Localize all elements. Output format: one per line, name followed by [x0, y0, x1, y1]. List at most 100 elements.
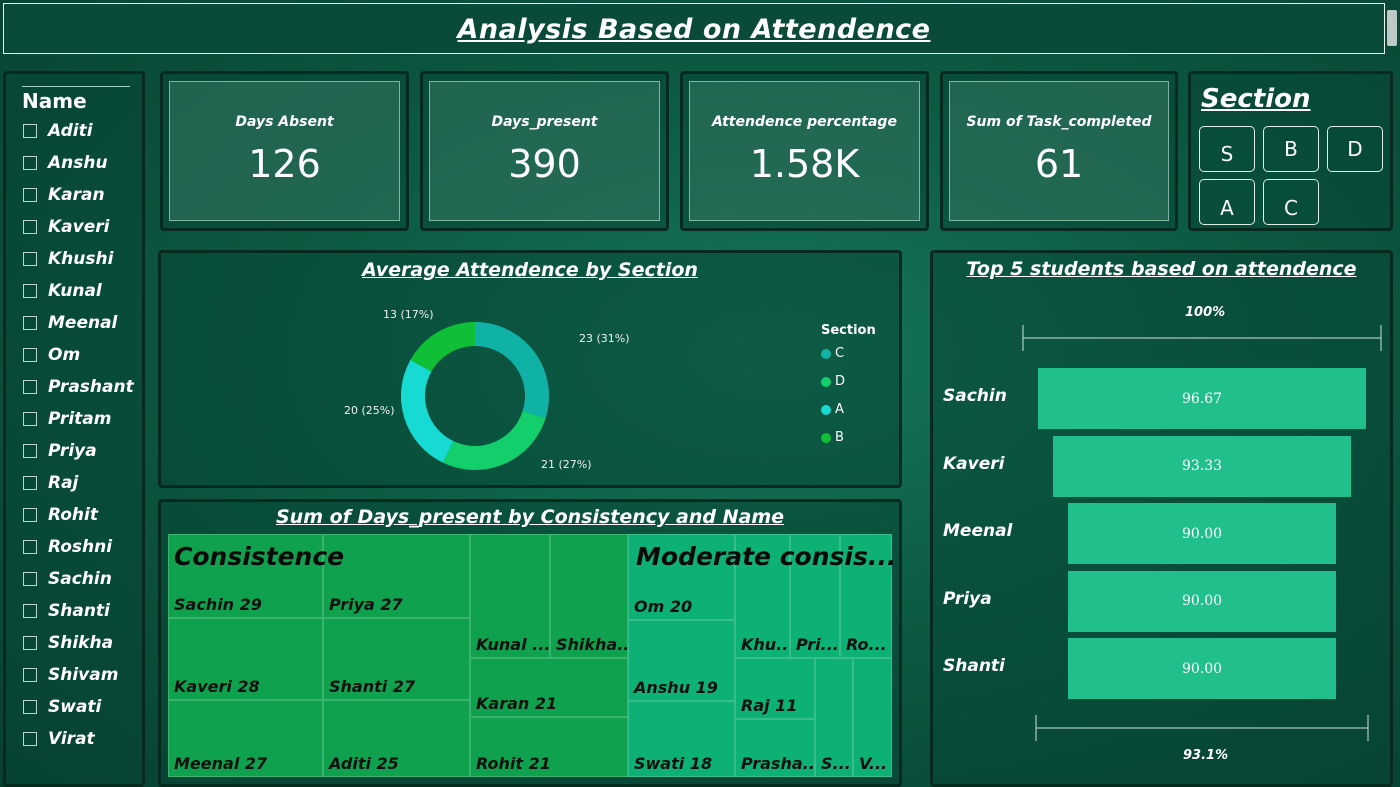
bar-kaveri[interactable]: 93.33	[1052, 435, 1352, 497]
top-axis	[1022, 325, 1382, 351]
treemap-group-label: Consistence	[174, 542, 345, 571]
name-slicer-item[interactable]: Khushi	[23, 248, 113, 270]
name-slicer-item[interactable]: Raj	[23, 472, 78, 494]
name-slicer-item[interactable]: Anshu	[23, 152, 108, 174]
section-button-a[interactable]: A	[1199, 179, 1255, 225]
checkbox[interactable]	[23, 380, 37, 394]
section-button-c[interactable]: C	[1263, 179, 1319, 225]
checkbox[interactable]	[23, 252, 37, 266]
section-button-label: D	[1347, 137, 1363, 161]
checkbox[interactable]	[23, 476, 37, 490]
name-slicer-label: Priya	[48, 441, 97, 461]
card-value: 61	[1034, 142, 1084, 186]
treemap-tile-label: Aditi 25	[329, 754, 399, 773]
checkbox[interactable]	[23, 156, 37, 170]
name-slicer-item[interactable]: Virat	[23, 728, 95, 750]
treemap-tile[interactable]: Swati 18	[628, 701, 735, 777]
treemap-tile-label: V...	[859, 754, 888, 773]
section-slicer: Section S B D A C	[1188, 71, 1393, 231]
treemap-tile-label: Raj 11	[741, 696, 798, 715]
checkbox[interactable]	[23, 732, 37, 746]
donut-slice-c[interactable]	[475, 322, 549, 419]
donut-slice-a[interactable]	[401, 359, 454, 463]
legend-item-d[interactable]: D	[821, 374, 845, 389]
legend-item-c[interactable]: C	[821, 346, 844, 361]
treemap-tile[interactable]: S...	[815, 658, 853, 777]
treemap-tile[interactable]: Prasha...	[735, 719, 815, 777]
treemap-tile[interactable]: Anshu 19	[628, 620, 735, 701]
bar-category-label: Sachin	[943, 386, 1007, 406]
name-slicer-item[interactable]: Rohit	[23, 504, 98, 526]
vertical-scrollbar[interactable]	[1387, 10, 1397, 46]
treemap-tile[interactable]: Raj 11	[735, 658, 815, 719]
card-days-absent: Days Absent 126	[160, 71, 409, 231]
checkbox[interactable]	[23, 604, 37, 618]
treemap-tile[interactable]: Priya 27	[323, 534, 470, 618]
name-slicer-label: Karan	[48, 185, 105, 205]
name-slicer-item[interactable]: Aditi	[23, 120, 93, 142]
bar-meenal[interactable]: 90.00	[1067, 503, 1337, 564]
treemap-tile[interactable]: V...	[853, 658, 892, 777]
name-slicer-item[interactable]: Kunal	[23, 280, 102, 302]
name-slicer-item[interactable]: Pritam	[23, 408, 111, 430]
checkbox[interactable]	[23, 348, 37, 362]
checkbox[interactable]	[23, 316, 37, 330]
donut-slice-d[interactable]	[442, 411, 546, 470]
treemap-tile[interactable]: Rohit 21	[470, 717, 628, 777]
checkbox[interactable]	[23, 124, 37, 138]
treemap-tile-label: Pri...	[796, 635, 839, 654]
bar-priya[interactable]: 90.00	[1067, 570, 1337, 632]
treemap-tile[interactable]: Aditi 25	[323, 700, 470, 777]
treemap-tile[interactable]: Karan 21	[470, 658, 628, 717]
name-slicer-item[interactable]: Shikha	[23, 632, 113, 654]
name-slicer-item[interactable]: Shanti	[23, 600, 110, 622]
checkbox[interactable]	[23, 540, 37, 554]
legend-label: D	[835, 374, 846, 389]
checkbox[interactable]	[23, 220, 37, 234]
checkbox[interactable]	[23, 636, 37, 650]
treemap-tile-label: Karan 21	[476, 694, 558, 713]
name-slicer-item[interactable]: Om	[23, 344, 80, 366]
name-slicer-item[interactable]: Priya	[23, 440, 97, 462]
name-slicer-item[interactable]: Swati	[23, 696, 101, 718]
name-slicer-item[interactable]: Roshni	[23, 536, 112, 558]
bar-sachin[interactable]: 96.67	[1037, 368, 1367, 429]
page-title: Analysis Based on Attendence	[457, 14, 931, 45]
checkbox[interactable]	[23, 188, 37, 202]
name-slicer-item[interactable]: Sachin	[23, 568, 112, 590]
checkbox[interactable]	[23, 412, 37, 426]
checkbox[interactable]	[23, 700, 37, 714]
section-button-d[interactable]: D	[1327, 126, 1383, 172]
treemap-tile-label: Shanti 27	[329, 677, 416, 696]
name-slicer: Name Aditi Anshu Karan Kaveri Khushi Kunal Mee…	[3, 71, 145, 787]
name-slicer-item[interactable]: Karan	[23, 184, 105, 206]
treemap-group-label: Moderate consis...	[636, 542, 897, 571]
legend-item-b[interactable]: B	[821, 430, 844, 445]
name-slicer-item[interactable]: Shivam	[23, 664, 118, 686]
name-slicer-label: Shivam	[48, 665, 119, 685]
name-slicer-item[interactable]: Meenal	[23, 312, 117, 334]
donut-slice-b[interactable]	[410, 322, 475, 372]
section-button-s[interactable]: S	[1199, 126, 1255, 172]
card-days-present: Days_present 390	[420, 71, 669, 231]
legend-item-a[interactable]: A	[821, 402, 844, 417]
checkbox[interactable]	[23, 284, 37, 298]
checkbox[interactable]	[23, 508, 37, 522]
treemap-tile[interactable]: Kaveri 28	[168, 618, 323, 700]
card-label: Sum of Task_completed	[966, 114, 1152, 130]
treemap-tile[interactable]: Shikha...	[550, 534, 628, 658]
checkbox[interactable]	[23, 444, 37, 458]
checkbox[interactable]	[23, 572, 37, 586]
card-label: Days Absent	[235, 114, 334, 130]
bar-shanti[interactable]: 90.00	[1067, 638, 1337, 699]
name-slicer-item[interactable]: Kaveri	[23, 216, 109, 238]
treemap-tile[interactable]: Shanti 27	[323, 618, 470, 700]
section-button-b[interactable]: B	[1263, 126, 1319, 172]
treemap-tile[interactable]: Meenal 27	[168, 700, 323, 777]
bar-category-label: Meenal	[943, 521, 1013, 541]
treemap-tile-label: Khu...	[741, 635, 790, 654]
name-slicer-item[interactable]: Prashant	[23, 376, 134, 398]
treemap-tile[interactable]: Kunal ...	[470, 534, 550, 658]
card-value: 126	[248, 142, 321, 186]
checkbox[interactable]	[23, 668, 37, 682]
